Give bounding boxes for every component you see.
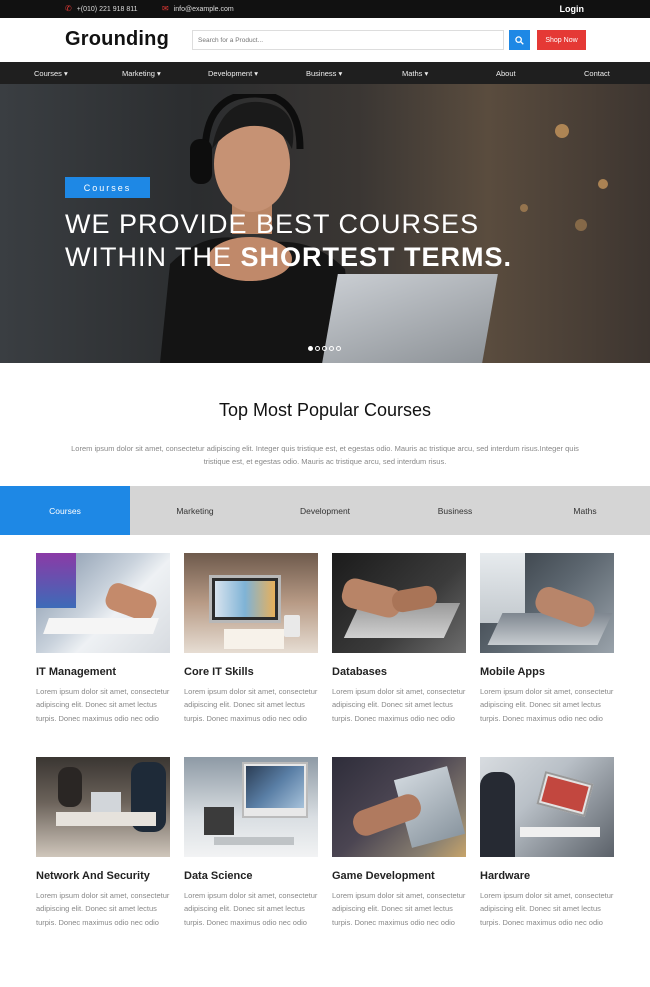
search-icon [515, 35, 524, 45]
course-image [36, 757, 170, 857]
background-light [575, 219, 587, 231]
section-title: Top Most Popular Courses [218, 400, 432, 420]
course-title[interactable]: IT Management [36, 665, 170, 679]
hero-heading-line1: WE PROVIDE BEST COURSES [65, 209, 480, 239]
hero-heading-light: WITHIN THE [65, 242, 241, 272]
section-description: Lorem ipsum dolor sit amet, consectetur … [71, 444, 579, 466]
email-address: info@example.com [173, 5, 234, 13]
course-image [184, 553, 318, 653]
course-card[interactable]: Core IT Skills Lorem ipsum dolor sit ame… [184, 553, 318, 725]
course-title[interactable]: Hardware [480, 869, 614, 883]
course-text: Lorem ipsum dolor sit amet, consectetur … [332, 687, 466, 723]
course-image [36, 553, 170, 653]
main-nav: Courses ▾ Marketing ▾ Development ▾ Busi… [0, 62, 650, 84]
hero-laptop-image [322, 274, 498, 363]
hero-heading-bold: SHORTEST TERMS. [240, 242, 513, 272]
top-bar: ✆ +(010) 221 918 811 ✉ info@example.com … [0, 0, 650, 18]
course-title[interactable]: Network And Security [36, 869, 170, 883]
envelope-icon: ✉ [162, 4, 169, 13]
search-button[interactable] [509, 30, 530, 50]
background-light [598, 179, 608, 189]
course-text: Lorem ipsum dolor sit amet, consectetur … [36, 891, 170, 927]
course-card[interactable]: Hardware Lorem ipsum dolor sit amet, con… [480, 757, 614, 929]
slider-dot[interactable] [329, 346, 334, 351]
nav-item-about[interactable]: About [496, 69, 516, 78]
hero-slider: Courses WE PROVIDE BEST COURSES WITHIN T… [0, 84, 650, 363]
course-tabs: Courses Marketing Development Business M… [0, 486, 650, 535]
hero-heading-line2: WITHIN THE SHORTEST TERMS. [65, 241, 512, 274]
course-title[interactable]: Databases [332, 665, 466, 679]
phone-contact[interactable]: ✆ +(010) 221 918 811 [65, 5, 138, 13]
email-contact[interactable]: ✉ info@example.com [162, 5, 234, 13]
course-title[interactable]: Mobile Apps [480, 665, 614, 679]
course-text: Lorem ipsum dolor sit amet, consectetur … [184, 687, 318, 723]
course-card[interactable]: IT Management Lorem ipsum dolor sit amet… [36, 553, 170, 725]
course-image [480, 553, 614, 653]
course-image [184, 757, 318, 857]
nav-item-marketing[interactable]: Marketing ▾ [122, 69, 161, 78]
background-light [520, 204, 528, 212]
site-header: Grounding Shop Now [0, 18, 650, 62]
slider-dot[interactable] [336, 346, 341, 351]
nav-item-maths[interactable]: Maths ▾ [402, 69, 428, 78]
phone-number: +(010) 221 918 811 [76, 5, 138, 13]
background-light [555, 124, 569, 138]
hero-badge: Courses [65, 177, 150, 198]
course-text: Lorem ipsum dolor sit amet, consectetur … [184, 891, 318, 927]
tab-marketing[interactable]: Marketing [130, 486, 260, 535]
course-card[interactable]: Databases Lorem ipsum dolor sit amet, co… [332, 553, 466, 725]
slider-dot[interactable] [308, 346, 313, 351]
nav-item-business[interactable]: Business ▾ [306, 69, 342, 78]
slider-dot[interactable] [322, 346, 327, 351]
tab-maths[interactable]: Maths [520, 486, 650, 535]
course-image [332, 553, 466, 653]
site-logo[interactable]: Grounding [65, 28, 169, 51]
course-text: Lorem ipsum dolor sit amet, consectetur … [36, 687, 170, 723]
course-card[interactable]: Mobile Apps Lorem ipsum dolor sit amet, … [480, 553, 614, 725]
course-card[interactable]: Data Science Lorem ipsum dolor sit amet,… [184, 757, 318, 929]
course-text: Lorem ipsum dolor sit amet, consectetur … [480, 891, 614, 927]
nav-item-development[interactable]: Development ▾ [208, 69, 258, 78]
search-input[interactable] [192, 30, 504, 50]
login-link[interactable]: Login [560, 4, 585, 14]
tab-development[interactable]: Development [260, 486, 390, 535]
hero-heading: WE PROVIDE BEST COURSES WITHIN THE SHORT… [65, 208, 512, 274]
tab-business[interactable]: Business [390, 486, 520, 535]
course-title[interactable]: Core IT Skills [184, 665, 318, 679]
nav-item-courses[interactable]: Courses ▾ [34, 69, 68, 78]
course-image [480, 757, 614, 857]
course-image [332, 757, 466, 857]
course-card[interactable]: Network And Security Lorem ipsum dolor s… [36, 757, 170, 929]
tab-courses[interactable]: Courses [0, 486, 130, 535]
shop-now-button[interactable]: Shop Now [537, 30, 586, 50]
slider-dot[interactable] [315, 346, 320, 351]
slider-dots [308, 346, 341, 351]
nav-item-contact[interactable]: Contact [584, 69, 610, 78]
phone-icon: ✆ [65, 4, 72, 13]
course-text: Lorem ipsum dolor sit amet, consectetur … [332, 891, 466, 927]
course-title[interactable]: Data Science [184, 869, 318, 883]
course-card[interactable]: Game Development Lorem ipsum dolor sit a… [332, 757, 466, 929]
course-text: Lorem ipsum dolor sit amet, consectetur … [480, 687, 614, 723]
course-title[interactable]: Game Development [332, 869, 466, 883]
